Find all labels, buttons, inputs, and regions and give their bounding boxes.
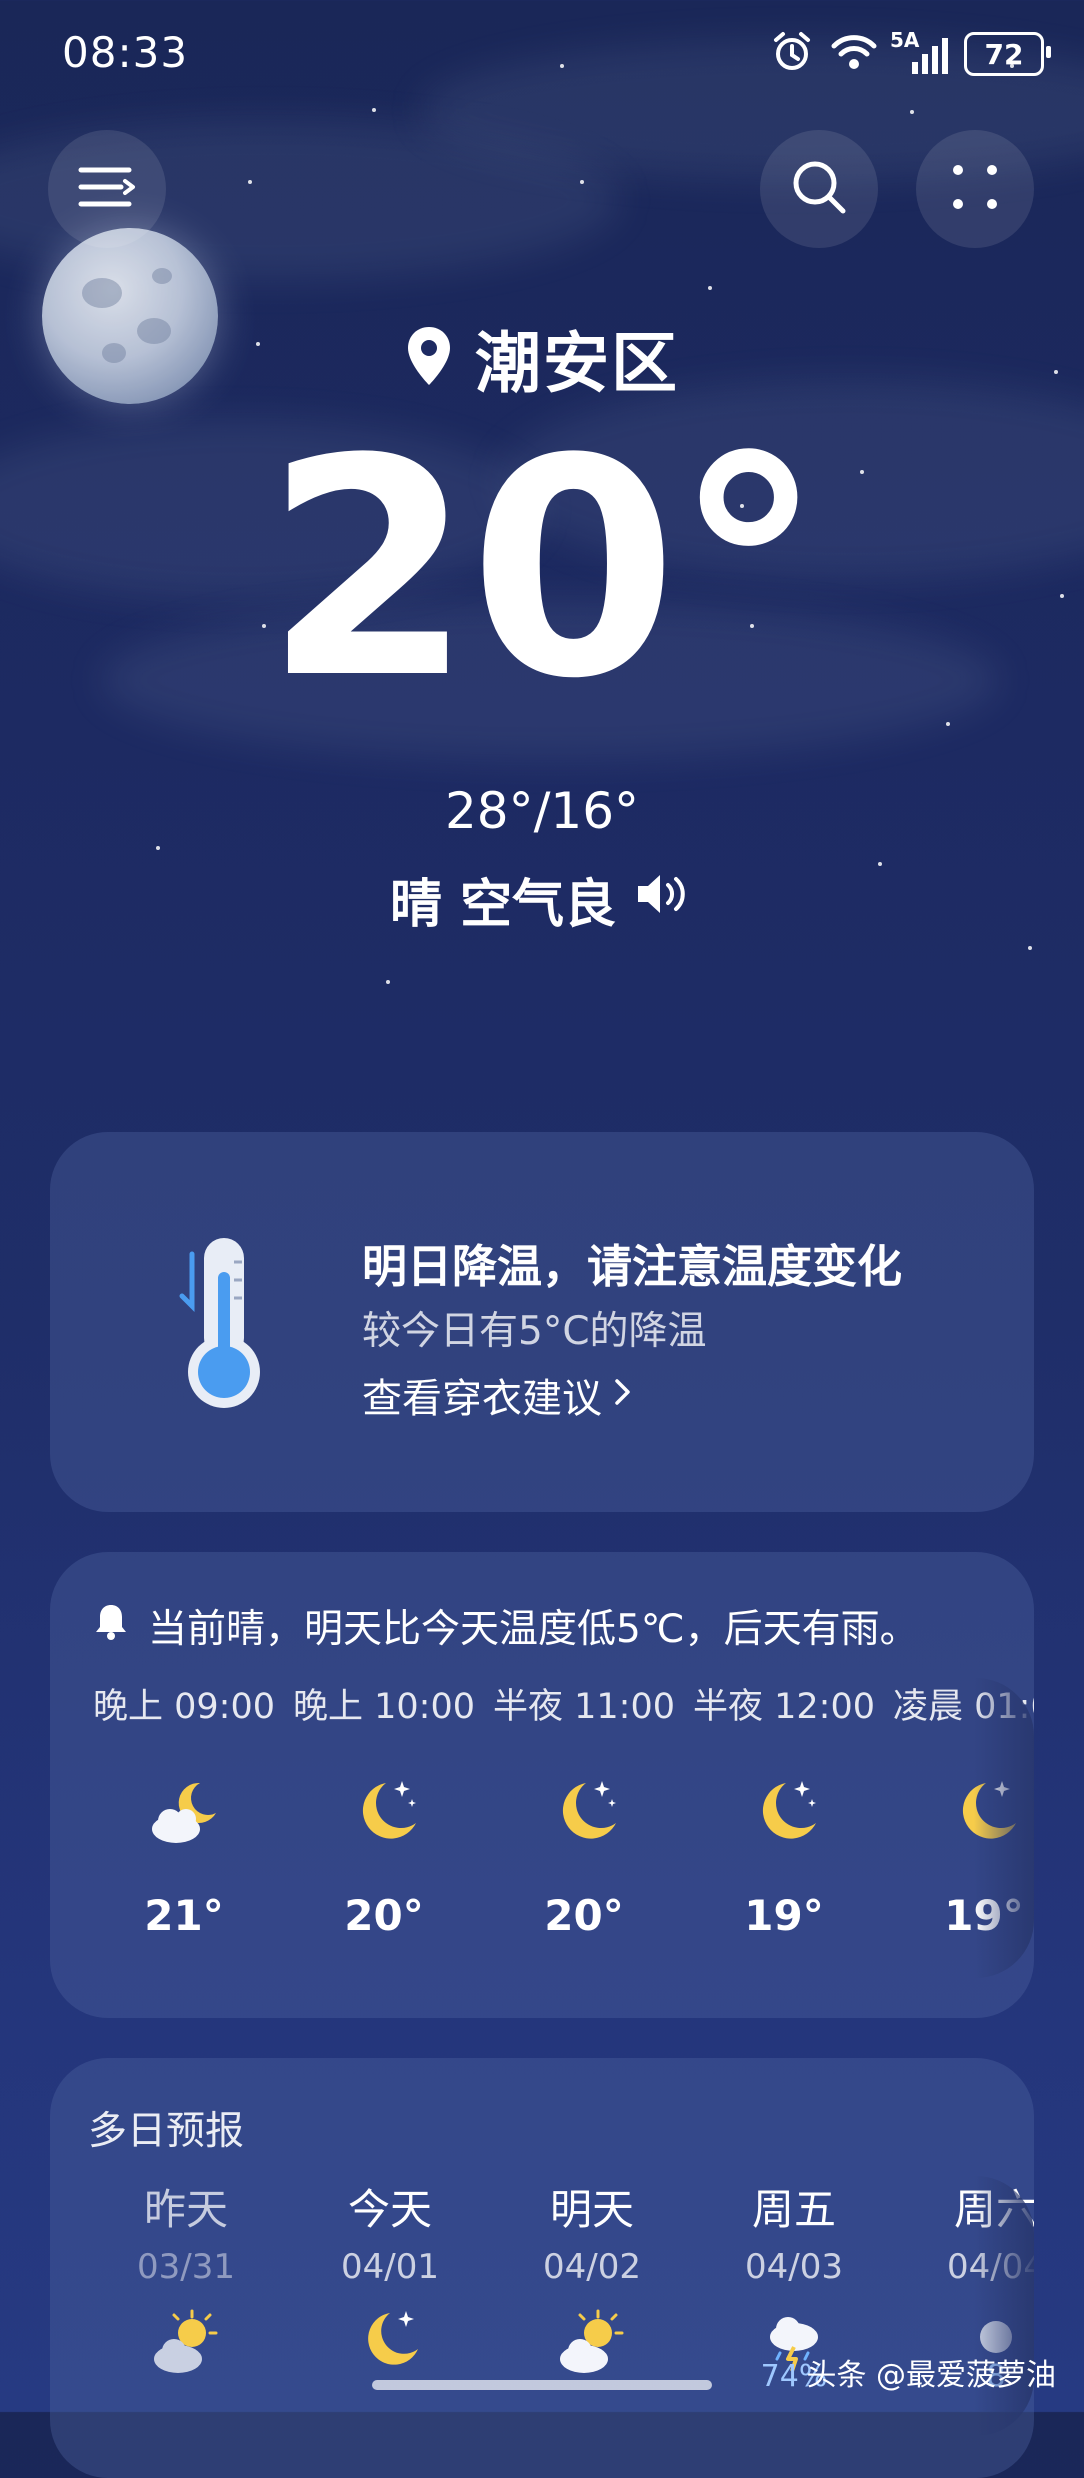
weather-summary: 当前晴，明天比今天温度低5℃，后天有雨。	[92, 1598, 919, 1654]
alarm-icon	[770, 30, 814, 78]
hour-temperature: 20°	[344, 1891, 424, 1940]
day-date: 04/01	[341, 2247, 439, 2287]
multi-day-title: 多日预报	[88, 2109, 245, 2154]
location-pin-icon	[405, 325, 453, 391]
chevron-right-icon	[612, 1372, 634, 1418]
condition-text: 晴 空气良	[389, 875, 617, 935]
wifi-icon	[830, 32, 878, 76]
hour-time: 晚上 10:00	[293, 1687, 475, 1727]
search-button[interactable]	[760, 130, 878, 248]
hour-time: 晚上 09:00	[93, 1687, 275, 1727]
hour-temperature: 21°	[144, 1891, 224, 1940]
hour-time: 半夜 11:00	[493, 1687, 675, 1727]
day-item[interactable]: 明天 04/02	[492, 2176, 692, 2373]
more-options-button[interactable]	[916, 130, 1034, 248]
cellular-signal-icon: 5A	[890, 28, 948, 74]
partly-cloudy-icon	[146, 2307, 226, 2387]
menu-button[interactable]	[48, 130, 166, 248]
moon-icon	[744, 1773, 824, 1853]
battery-icon: 72	[964, 32, 1051, 76]
temperature-drop-alert-card[interactable]: 明日降温，请注意温度变化 较今日有5°C的降温 查看穿衣建议	[50, 1132, 1034, 1512]
hour-item: 晚上 10:00 20°	[284, 1678, 484, 1940]
day-date: 04/02	[543, 2247, 641, 2287]
moon-icon	[544, 1773, 624, 1853]
partly-cloudy-icon	[552, 2307, 632, 2387]
weather-summary-text: 当前晴，明天比今天温度低5℃，后天有雨。	[148, 1607, 919, 1652]
current-temperature: 20°	[264, 395, 823, 744]
day-name: 明天	[549, 2185, 634, 2234]
clothing-advice-label: 查看穿衣建议	[362, 1376, 602, 1422]
day-date: 04/03	[745, 2247, 843, 2287]
day-item[interactable]: 今天 04/01	[290, 2176, 490, 2365]
alert-title: 明日降温，请注意温度变化	[362, 1240, 903, 1293]
menu-icon	[77, 164, 137, 214]
hour-temperature: 20°	[544, 1891, 624, 1940]
status-icons: 5A 72	[770, 28, 1051, 78]
hour-item: 半夜 11:00 20°	[484, 1678, 684, 1940]
bell-icon	[92, 1601, 130, 1651]
location-header[interactable]: 潮安区	[0, 310, 1084, 406]
multi-day-forecast-card: 多日预报 昨天 03/31 今天 04/01 明天 04/02 周五 04/03…	[50, 2058, 1034, 2478]
day-name: 周五	[751, 2185, 836, 2234]
home-indicator[interactable]	[372, 2380, 712, 2390]
location-name: 潮安区	[475, 325, 679, 402]
moon-cloud-icon	[144, 1773, 224, 1853]
hourly-list[interactable]: 晚上 09:00 21° 晚上 10:00 20° 半夜 11:00 20° 半…	[50, 1678, 1034, 1978]
search-icon	[789, 157, 849, 221]
network-type-label: 5A	[890, 28, 920, 52]
day-name: 昨天	[143, 2185, 228, 2234]
hour-temperature: 19°	[744, 1891, 824, 1940]
daily-list[interactable]: 昨天 03/31 今天 04/01 明天 04/02 周五 04/03 74%	[50, 2176, 1034, 2436]
hourly-forecast-card: 当前晴，明天比今天温度低5℃，后天有雨。 晚上 09:00 21° 晚上 10:…	[50, 1552, 1034, 2018]
moon-icon	[350, 2307, 430, 2387]
hour-item: 半夜 12:00 19°	[684, 1678, 884, 1940]
moon-icon	[344, 1773, 424, 1853]
watermark: 头条 @最爱菠萝油	[806, 2358, 1056, 2393]
day-date: 03/31	[137, 2247, 235, 2287]
hour-time: 半夜 12:00	[693, 1687, 875, 1727]
clothing-advice-link[interactable]: 查看穿衣建议	[362, 1366, 634, 1424]
hour-item: 晚上 09:00 21°	[84, 1678, 284, 1940]
thermometer-icon	[162, 1232, 272, 1416]
day-item[interactable]: 昨天 03/31	[86, 2176, 286, 2373]
speaker-icon[interactable]	[634, 870, 694, 930]
condition-row: 晴 空气良	[0, 862, 1084, 937]
high-low-temperature: 28°/16°	[444, 782, 640, 840]
status-time: 08:33	[62, 28, 189, 77]
day-name: 今天	[347, 2185, 432, 2234]
alert-subtitle: 较今日有5°C的降温	[362, 1309, 707, 1354]
status-bar: 08:33 5A 72	[0, 0, 1084, 110]
grid-dots-icon	[950, 162, 1000, 216]
battery-level: 72	[984, 37, 1024, 71]
